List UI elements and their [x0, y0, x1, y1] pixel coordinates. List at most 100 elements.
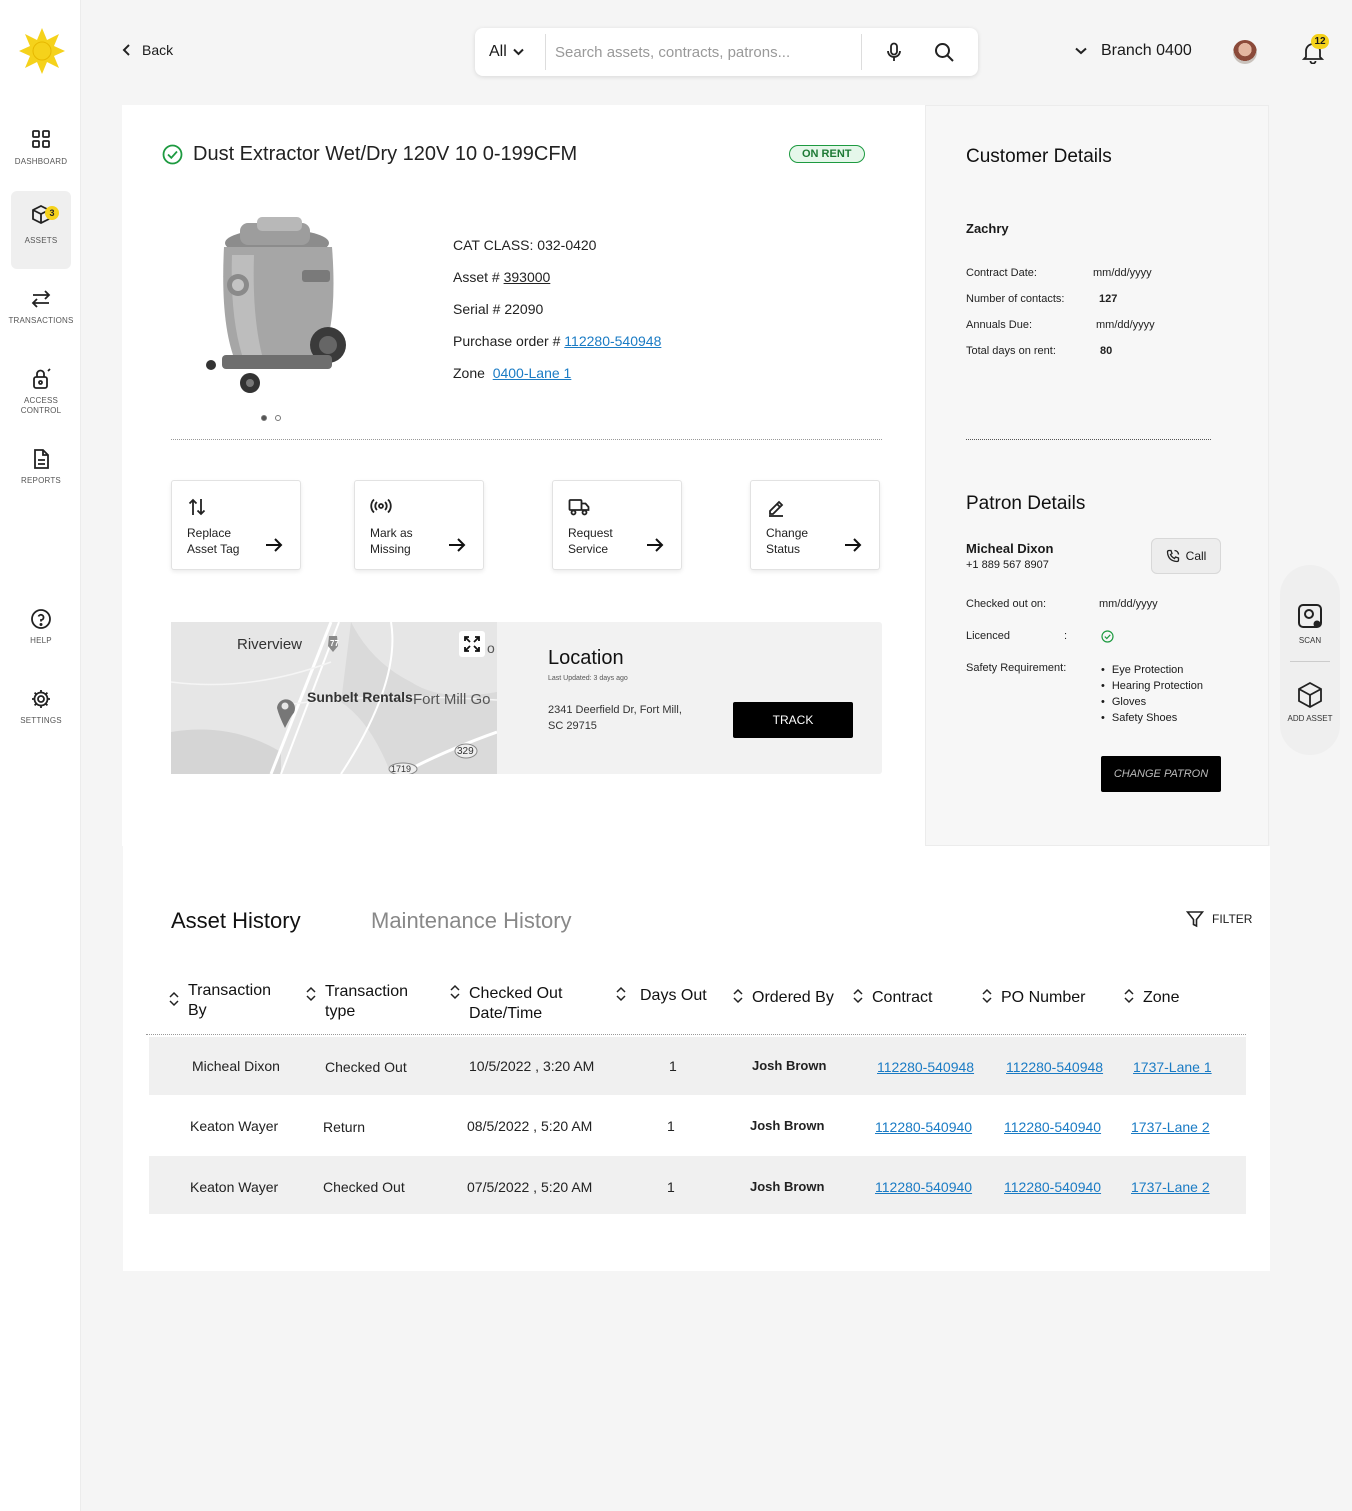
mark-as-missing-button[interactable]: Mark as Missing: [354, 480, 484, 570]
search-scope-select[interactable]: All: [489, 43, 524, 61]
tab-maintenance-history[interactable]: Maintenance History: [371, 908, 572, 934]
zone-link[interactable]: 0400-Lane 1: [493, 365, 572, 381]
column-header-checked-out[interactable]: Checked Out Date/Time: [450, 984, 579, 1024]
column-header-label: Days Out: [640, 987, 707, 1004]
list-item: Eye Protection: [1101, 662, 1203, 678]
sidebar-item-access-control[interactable]: ACCESS CONTROL: [11, 356, 71, 434]
sidebar-item-assets[interactable]: 3 ASSETS: [11, 191, 71, 269]
back-button[interactable]: Back: [122, 42, 173, 58]
map-label-hwy77: 77: [330, 639, 339, 648]
zone-link[interactable]: 1737-Lane 1: [1133, 1059, 1212, 1075]
cell-transaction-type: Return: [323, 1119, 366, 1135]
arrow-right-icon: [266, 538, 283, 552]
map-expand-button[interactable]: [459, 631, 485, 657]
call-button[interactable]: Call: [1151, 538, 1221, 574]
patron-name: Micheal Dixon: [966, 541, 1054, 556]
table-row[interactable]: Keaton Wayer Return 08/5/2022 , 5:20 AM …: [149, 1095, 1246, 1153]
field-label: Contract Date:: [966, 267, 1037, 279]
column-header-transaction-type[interactable]: Transaction type: [306, 982, 420, 1022]
spec-zone: Zone 0400-Lane 1: [453, 365, 661, 397]
customer-name: Zachry: [966, 221, 1009, 236]
number-of-contacts-row: Number of contacts: 127: [966, 293, 1117, 305]
contract-link[interactable]: 112280-540940: [875, 1119, 972, 1135]
add-asset-button[interactable]: ADD ASSET: [1280, 680, 1340, 723]
map-label-sunbelt: Sunbelt Rentals: [307, 689, 413, 705]
asset-number-link[interactable]: 393000: [504, 269, 551, 285]
assets-badge: 3: [45, 206, 59, 220]
map-label-riverview: Riverview: [237, 636, 303, 653]
tab-asset-history[interactable]: Asset History: [171, 908, 301, 934]
gear-icon: [32, 690, 50, 708]
column-header-contract[interactable]: Contract: [853, 988, 962, 1008]
replace-asset-tag-button[interactable]: Replace Asset Tag: [171, 480, 301, 570]
contract-link[interactable]: 112280-540940: [875, 1179, 972, 1195]
map-label-edge: o: [487, 640, 495, 656]
sort-icon: [853, 988, 863, 1004]
search-icon[interactable]: [934, 42, 954, 62]
column-header-zone[interactable]: Zone: [1124, 988, 1213, 1008]
scan-button[interactable]: SCAN: [1280, 602, 1340, 645]
contract-link[interactable]: 112280-540948: [877, 1059, 974, 1075]
change-patron-button[interactable]: CHANGE PATRON: [1101, 756, 1221, 792]
map-label-fortmill: Fort Mill Go: [413, 691, 491, 708]
table-row[interactable]: Micheal Dixon Checked Out 10/5/2022 , 3:…: [149, 1037, 1246, 1095]
location-updated: Last Updated: 3 days ago: [548, 675, 628, 682]
action-label: Change Status: [766, 526, 809, 556]
column-header-transaction-by[interactable]: Transaction By: [169, 981, 283, 1021]
microphone-icon[interactable]: [884, 42, 904, 62]
map-label-hwy1719: 1719: [391, 764, 412, 774]
history-card: Asset History Maintenance History FILTER…: [123, 846, 1270, 1271]
pencil-edit-icon: [769, 500, 784, 517]
transfer-arrows-icon: [31, 290, 51, 308]
change-status-button[interactable]: Change Status: [750, 480, 880, 570]
chevron-down-icon: [513, 48, 524, 56]
zone-link[interactable]: 1737-Lane 2: [1131, 1179, 1210, 1195]
sidebar-item-settings[interactable]: SETTINGS: [11, 676, 71, 754]
track-button[interactable]: TRACK: [733, 702, 853, 738]
sidebar-item-transactions[interactable]: TRANSACTIONS: [8, 276, 73, 354]
divider: [1290, 661, 1330, 662]
field-label: Checked out on:: [966, 598, 1047, 610]
sidebar-item-dashboard[interactable]: DASHBOARD: [11, 116, 71, 194]
purchase-order-link[interactable]: 112280-540948: [564, 333, 661, 349]
cell-days-out: 1: [667, 1179, 675, 1195]
po-number-link[interactable]: 112280-540940: [1004, 1119, 1101, 1135]
expand-icon: [464, 636, 480, 652]
safety-requirement-list: Eye Protection Hearing Protection Gloves…: [1101, 662, 1203, 726]
column-header-ordered-by[interactable]: Ordered By: [733, 988, 852, 1008]
sort-icon: [982, 988, 992, 1004]
sort-icon: [306, 986, 316, 1002]
cell-checked-out: 07/5/2022 , 5:20 AM: [467, 1179, 593, 1195]
user-avatar[interactable]: [1233, 40, 1257, 64]
asset-title: Dust Extractor Wet/Dry 120V 10 0-199CFM: [193, 143, 578, 165]
column-header-po-number[interactable]: PO Number: [982, 988, 1101, 1008]
field-label: Total days on rent:: [966, 345, 1056, 357]
brand-logo-icon[interactable]: [17, 26, 67, 76]
field-label: Licenced: [966, 630, 1011, 642]
location-map[interactable]: Riverview 77 Sunbelt Rentals Fort Mill G…: [171, 622, 497, 774]
po-number-link[interactable]: 112280-540940: [1004, 1179, 1101, 1195]
sidebar-item-label: HELP: [30, 636, 52, 645]
search-scope-label: All: [489, 43, 507, 60]
asset-image[interactable]: [202, 215, 352, 400]
search-input[interactable]: [555, 40, 855, 64]
sidebar-item-label: TRANSACTIONS: [8, 316, 74, 325]
cube-icon: [1298, 681, 1322, 709]
request-service-button[interactable]: Request Service: [552, 480, 682, 570]
sidebar-item-reports[interactable]: REPORTS: [11, 436, 71, 514]
phone-icon: [1166, 549, 1179, 563]
branch-selector[interactable]: Branch 0400: [1075, 42, 1192, 60]
customer-details-title: Customer Details: [966, 146, 1112, 167]
filter-button[interactable]: FILTER: [1186, 910, 1252, 928]
carousel-dot[interactable]: [275, 415, 281, 421]
column-header-days-out[interactable]: Days Out: [616, 986, 720, 1006]
spec-label: Zone: [453, 365, 485, 381]
po-number-link[interactable]: 112280-540948: [1006, 1059, 1103, 1075]
status-badge: ON RENT: [789, 145, 865, 163]
table-row[interactable]: Keaton Wayer Checked Out 07/5/2022 , 5:2…: [149, 1156, 1246, 1214]
carousel-dot[interactable]: [261, 415, 267, 421]
zone-link[interactable]: 1737-Lane 2: [1131, 1119, 1210, 1135]
sidebar-item-help[interactable]: HELP: [11, 596, 71, 674]
call-label: Call: [1185, 549, 1207, 563]
list-item: Safety Shoes: [1101, 710, 1203, 726]
